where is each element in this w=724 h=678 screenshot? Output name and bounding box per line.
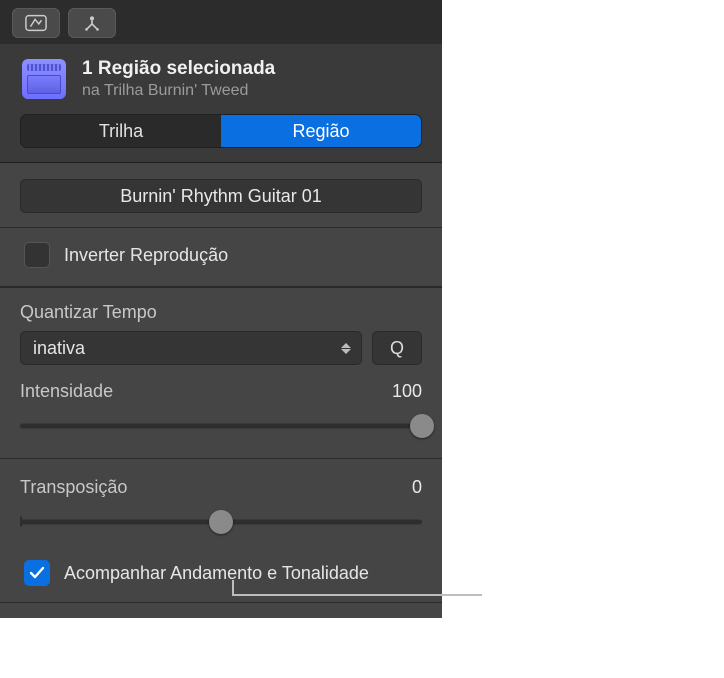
transpose-value: 0 [412, 477, 422, 498]
quantize-section: Quantizar Tempo inativa Q Intensidade 10… [0, 287, 442, 458]
slider-thumb[interactable] [410, 414, 434, 438]
section-divider [0, 602, 442, 618]
intensity-value: 100 [392, 381, 422, 402]
intensity-slider[interactable] [20, 412, 422, 440]
transpose-section: Transposição 0 [0, 458, 442, 554]
tab-track[interactable]: Trilha [21, 115, 221, 147]
toolbar [0, 0, 442, 44]
tab-region[interactable]: Região [221, 115, 421, 147]
quantize-value: inativa [33, 338, 85, 359]
tab-bar: Trilha Região [0, 110, 442, 163]
split-icon [81, 14, 103, 32]
selection-subtitle: na Trilha Burnin' Tweed [82, 82, 275, 100]
updown-icon [341, 343, 351, 354]
callout-line [234, 594, 482, 596]
tool-button-b[interactable] [68, 8, 116, 38]
reverse-playback-label: Inverter Reprodução [64, 245, 228, 266]
region-name-section: Burnin' Rhythm Guitar 01 [0, 163, 442, 228]
region-header: 1 Região selecionada na Trilha Burnin' T… [0, 44, 442, 110]
track-type-icon [22, 59, 66, 99]
quantize-button[interactable]: Q [372, 331, 422, 365]
transpose-label: Transposição [20, 477, 127, 498]
follow-tempo-label: Acompanhar Andamento e Tonalidade [64, 563, 369, 584]
transpose-slider[interactable] [20, 508, 422, 536]
region-name-field[interactable]: Burnin' Rhythm Guitar 01 [20, 179, 422, 213]
tool-button-a[interactable] [12, 8, 60, 38]
follow-tempo-checkbox[interactable] [24, 560, 50, 586]
intensity-label: Intensidade [20, 381, 113, 402]
slider-track [20, 424, 422, 429]
quantize-select[interactable]: inativa [20, 331, 362, 365]
reverse-playback-row: Inverter Reprodução [0, 228, 442, 287]
quantize-title: Quantizar Tempo [20, 302, 422, 323]
selection-title: 1 Região selecionada [82, 58, 275, 80]
inspector-panel: 1 Região selecionada na Trilha Burnin' T… [0, 0, 442, 618]
panel-icon [25, 14, 47, 32]
slider-thumb[interactable] [209, 510, 233, 534]
reverse-playback-checkbox[interactable] [24, 242, 50, 268]
